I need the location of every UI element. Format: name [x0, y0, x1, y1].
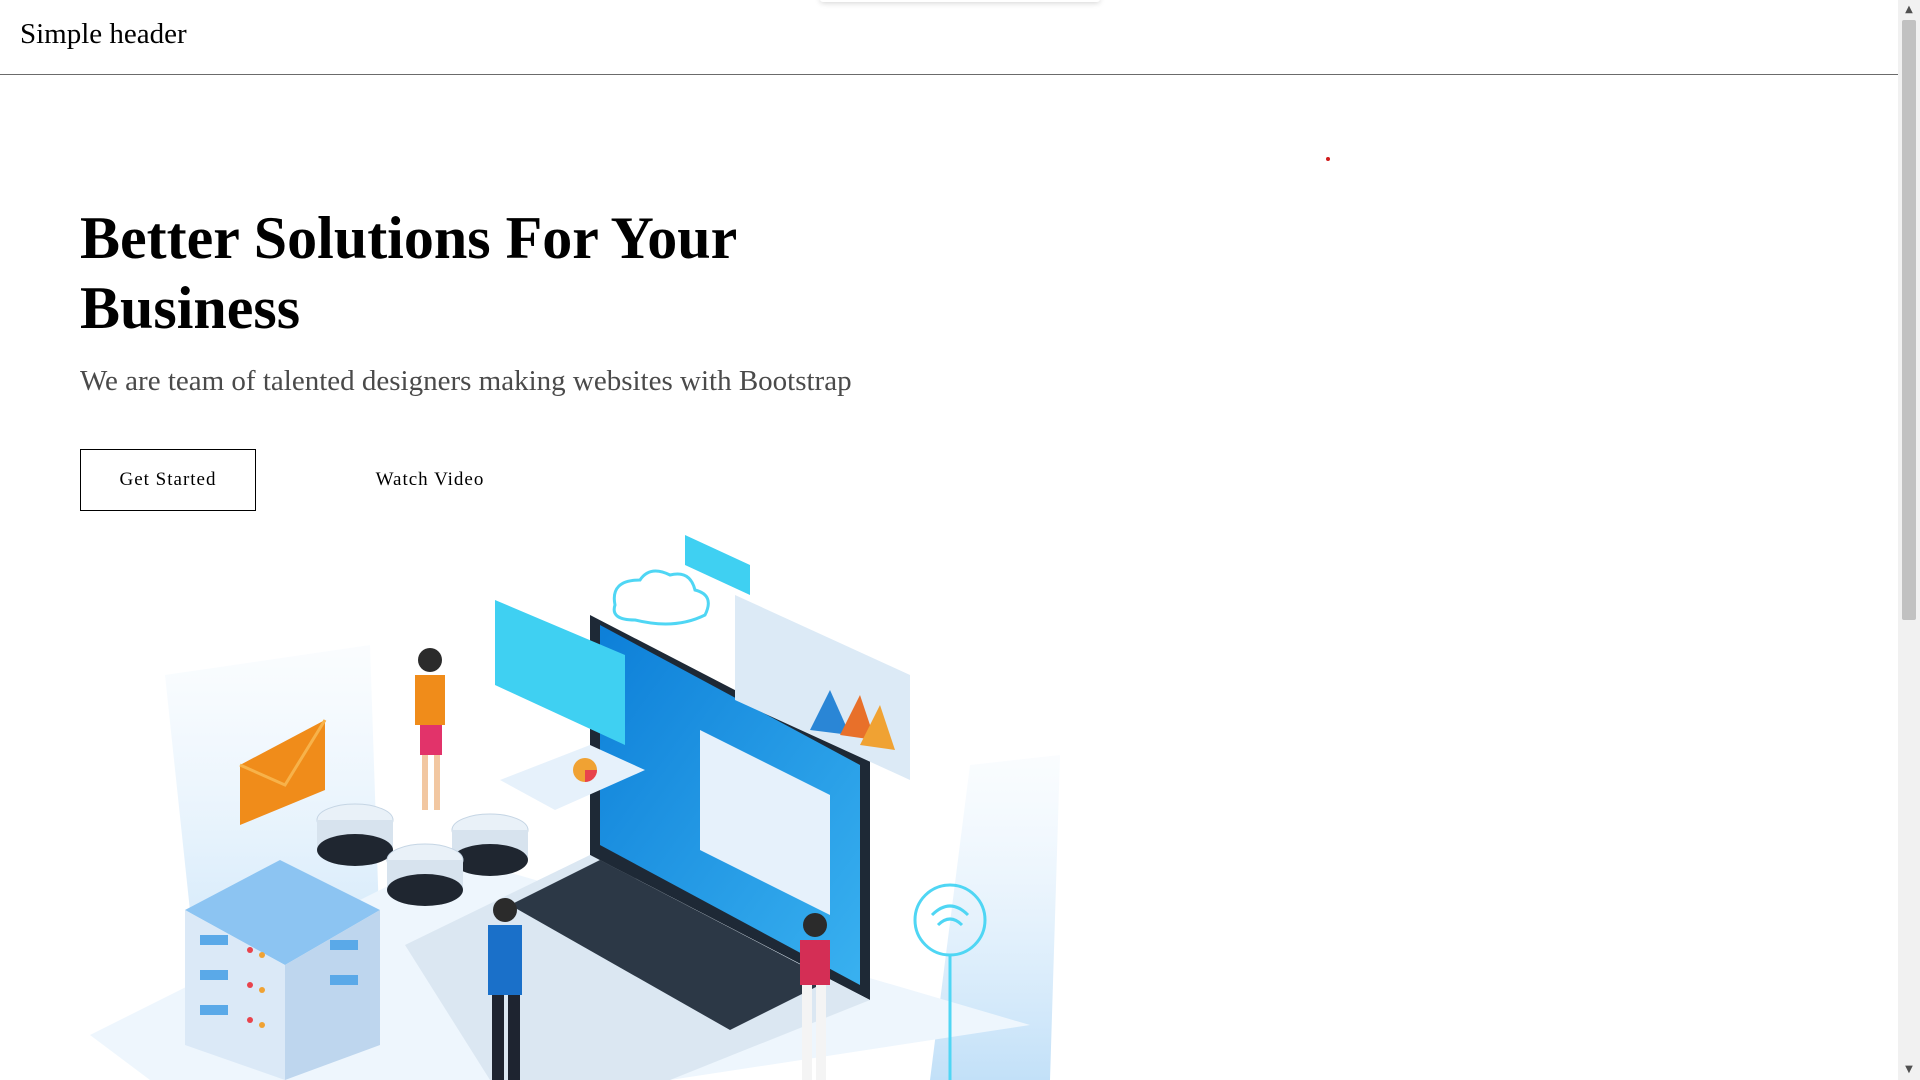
page-viewport: Simple header Better Solutions For Your … [0, 0, 1898, 1080]
header-brand[interactable]: Simple header [20, 18, 187, 51]
vertical-scrollbar[interactable]: ▲ ▼ [1898, 0, 1920, 1080]
watch-video-button[interactable]: Watch Video [360, 449, 500, 511]
scroll-up-arrow-icon[interactable]: ▲ [1898, 0, 1920, 20]
red-dot-marker [1326, 157, 1330, 161]
cloud-icon [612, 569, 710, 626]
person-standing-icon [415, 648, 445, 810]
get-started-button[interactable]: Get Started [80, 449, 256, 511]
hero-subtitle: We are team of talented designers making… [80, 365, 852, 397]
hero-title: Better Solutions For Your Business [80, 205, 737, 341]
site-header: Simple header [0, 0, 1898, 75]
scrollbar-thumb[interactable] [1902, 20, 1916, 620]
floating-panel-icon [495, 600, 625, 745]
scroll-down-arrow-icon[interactable]: ▼ [1898, 1060, 1920, 1080]
isometric-tech-illustration-icon [90, 535, 1060, 1080]
